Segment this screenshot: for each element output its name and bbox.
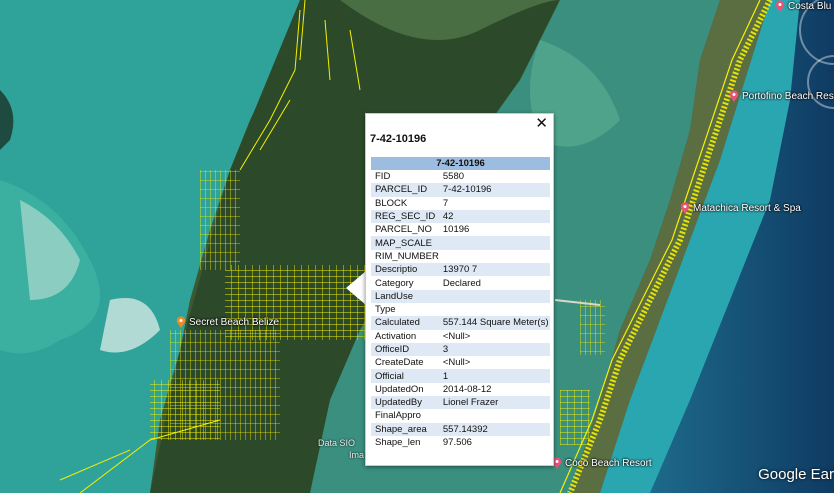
attribute-row: Shape_area 557.14392 bbox=[371, 422, 550, 436]
attribute-row: REG_SEC_ID 42 bbox=[371, 209, 550, 224]
attribute-row: MAP_SCALE bbox=[371, 236, 550, 250]
attribute-key: Activation bbox=[375, 330, 417, 342]
attribute-value: 1 bbox=[438, 369, 550, 383]
attribute-row: FinalAppro bbox=[371, 409, 550, 422]
google-earth-logo: Google Ear bbox=[758, 466, 834, 483]
place-label: Secret Beach Belize bbox=[189, 316, 280, 328]
attribute-row: Descriptio 13970 7 bbox=[371, 263, 550, 277]
orange-pin-icon bbox=[176, 316, 186, 328]
attribute-key: CreateDate bbox=[375, 357, 424, 369]
attribute-key: Descriptio bbox=[371, 263, 439, 277]
pink-pin-icon bbox=[729, 90, 739, 102]
attribute-value bbox=[438, 289, 550, 303]
attribute-table-header: 7-42-10196 bbox=[371, 157, 550, 170]
place-portofino[interactable]: Portofino Beach Res bbox=[729, 90, 834, 102]
attribute-row: FID 5580 bbox=[371, 170, 550, 183]
attribute-row: RIM_NUMBER bbox=[371, 250, 550, 263]
attribute-value: 97.506 bbox=[442, 437, 472, 449]
place-label: Portofino Beach Res bbox=[742, 90, 834, 102]
attribute-key: Shape_area bbox=[371, 422, 439, 436]
attribute-value: 3 bbox=[438, 342, 550, 357]
attribute-value bbox=[439, 250, 550, 263]
attribute-row: BLOCK 7 bbox=[371, 197, 550, 210]
attribute-key: UpdatedBy bbox=[371, 396, 439, 410]
attribution-line-2: Ima bbox=[349, 450, 365, 460]
attribute-key: OfficeID bbox=[371, 342, 439, 357]
place-label: Coco Beach Resort bbox=[565, 457, 652, 469]
place-label: Costa Blu bbox=[788, 0, 832, 12]
attribute-value: Lionel Frazer bbox=[438, 396, 550, 410]
attribute-row: PARCEL_NO 10196 bbox=[371, 223, 550, 236]
attribute-value: 557.14392 bbox=[438, 422, 550, 436]
attribute-key: RIM_NUMBER bbox=[375, 250, 439, 262]
close-icon[interactable]: ✕ bbox=[535, 115, 548, 131]
attribute-row: PARCEL_ID 7-42-10196 bbox=[371, 183, 550, 197]
place-costa-blu[interactable]: Costa Blu bbox=[775, 0, 831, 12]
attribute-table: 7-42-10196 FID 5580 PARCEL_ID 7-42-10196 BLO… bbox=[371, 157, 550, 449]
parcel-info-popup: ✕ 7-42-10196 7-42-10196 FID 5580 PARCEL_ID… bbox=[365, 113, 554, 466]
attribute-key: UpdatedOn bbox=[375, 383, 424, 395]
attribute-value: <Null> bbox=[442, 357, 471, 369]
attribute-value bbox=[438, 236, 550, 250]
attribute-key: REG_SEC_ID bbox=[371, 209, 439, 224]
attribute-row: Official 1 bbox=[371, 369, 550, 383]
attribute-key: PARCEL_ID bbox=[371, 183, 439, 197]
pink-pin-icon bbox=[680, 202, 690, 214]
attribution-line-1: Data SIO bbox=[318, 438, 356, 448]
attribute-row: Category Declared bbox=[371, 276, 550, 289]
attribute-row: Shape_len 97.506 bbox=[371, 436, 550, 449]
attribute-key: PARCEL_NO bbox=[375, 224, 432, 236]
attribute-key: Category bbox=[375, 277, 414, 289]
attribute-row: Calculated 557.144 Square Meter(s) bbox=[371, 316, 550, 330]
attribute-value: 42 bbox=[438, 209, 550, 224]
attribute-row: OfficeID 3 bbox=[371, 342, 550, 357]
attribute-value: 10196 bbox=[442, 224, 470, 236]
attribute-value: 2014-08-12 bbox=[442, 383, 492, 395]
place-matachica[interactable]: Matachica Resort & Spa bbox=[680, 202, 801, 214]
attribute-row: Activation <Null> bbox=[371, 330, 550, 343]
attribute-value bbox=[439, 303, 550, 316]
attribute-key: LandUse bbox=[371, 289, 439, 303]
attribute-value: 557.144 Square Meter(s) bbox=[438, 316, 550, 330]
popup-title: 7-42-10196 bbox=[370, 133, 427, 145]
attribute-key: FID bbox=[375, 171, 391, 183]
attribute-key: FinalAppro bbox=[375, 410, 421, 422]
attribute-row: Type bbox=[371, 303, 550, 316]
attribute-value: 5580 bbox=[442, 171, 465, 183]
attribute-row: LandUse bbox=[371, 289, 550, 303]
attribute-key: Type bbox=[375, 304, 396, 316]
attribute-row: CreateDate <Null> bbox=[371, 356, 550, 369]
attribute-value: 7-42-10196 bbox=[438, 183, 550, 197]
attribute-key: Calculated bbox=[371, 316, 439, 330]
pink-pin-icon bbox=[775, 0, 785, 12]
place-coco-beach[interactable]: Coco Beach Resort bbox=[552, 457, 652, 469]
attribute-row: UpdatedOn 2014-08-12 bbox=[371, 383, 550, 396]
attribute-key: MAP_SCALE bbox=[371, 236, 439, 250]
attribute-value: <Null> bbox=[442, 330, 471, 342]
place-label: Matachica Resort & Spa bbox=[693, 202, 801, 214]
popup-pointer bbox=[346, 271, 366, 305]
attribute-key: Shape_len bbox=[375, 437, 421, 449]
attribute-value bbox=[439, 409, 550, 422]
attribute-value: Declared bbox=[442, 277, 481, 289]
attribute-value: 7 bbox=[442, 197, 449, 209]
attribute-value: 13970 7 bbox=[438, 263, 550, 277]
place-secret-beach[interactable]: Secret Beach Belize bbox=[176, 316, 279, 328]
attribute-key: BLOCK bbox=[375, 197, 408, 209]
attribute-row: UpdatedBy Lionel Frazer bbox=[371, 396, 550, 410]
attribute-key: Official bbox=[371, 369, 439, 383]
